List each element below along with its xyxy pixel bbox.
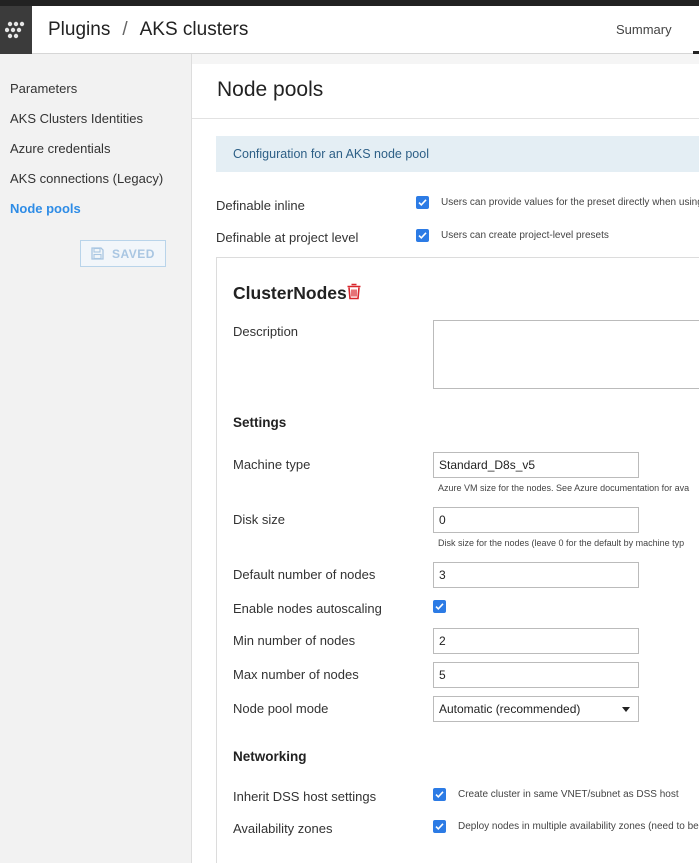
page-title: Node pools bbox=[217, 78, 324, 101]
default-nodes-input[interactable]: 3 bbox=[433, 562, 639, 588]
default-nodes-label: Default number of nodes bbox=[233, 567, 376, 582]
preset-name: ClusterNodes bbox=[233, 283, 347, 303]
breadcrumb-separator: / bbox=[122, 19, 128, 40]
info-banner: Configuration for an AKS node pool bbox=[216, 136, 699, 172]
breadcrumb: Plugins / AKS clusters bbox=[48, 6, 248, 54]
info-banner-text: Configuration for an AKS node pool bbox=[233, 147, 429, 161]
min-nodes-input[interactable]: 2 bbox=[433, 628, 639, 654]
min-nodes-label: Min number of nodes bbox=[233, 633, 356, 648]
sidebar-item-aks-connections-legacy[interactable]: AKS connections (Legacy) bbox=[10, 171, 163, 186]
disk-size-label: Disk size bbox=[233, 512, 286, 527]
settings-heading: Settings bbox=[233, 415, 287, 430]
autoscaling-checkbox[interactable] bbox=[433, 600, 446, 613]
title-divider bbox=[192, 118, 699, 119]
caret-down-icon bbox=[622, 707, 630, 712]
machine-type-hint: Azure VM size for the nodes. See Azure d… bbox=[438, 483, 690, 493]
pool-mode-select[interactable]: Automatic (recommended) bbox=[433, 696, 639, 722]
definable-project-checkbox[interactable] bbox=[416, 229, 429, 242]
description-label: Description bbox=[233, 324, 299, 339]
sidebar-item-node-pools[interactable]: Node pools bbox=[10, 201, 81, 216]
disk-size-hint: Disk size for the nodes (leave 0 for the… bbox=[438, 538, 685, 548]
definable-project-hint: Users can create project-level presets bbox=[441, 230, 609, 241]
description-textarea[interactable] bbox=[433, 320, 699, 389]
availability-zones-checkbox[interactable] bbox=[433, 820, 446, 833]
pool-mode-label: Node pool mode bbox=[233, 701, 329, 716]
sidebar: Parameters AKS Clusters Identities Azure… bbox=[0, 54, 192, 863]
trash-icon[interactable] bbox=[346, 283, 362, 305]
sidebar-item-azure-credentials[interactable]: Azure credentials bbox=[10, 141, 110, 156]
sidebar-item-aks-clusters-identities[interactable]: AKS Clusters Identities bbox=[10, 111, 143, 126]
breadcrumb-aks-clusters[interactable]: AKS clusters bbox=[140, 19, 249, 41]
definable-project-label: Definable at project level bbox=[216, 230, 359, 245]
dataiku-logo-icon[interactable] bbox=[0, 6, 32, 54]
floppy-disk-icon bbox=[91, 247, 104, 260]
inherit-dss-checkbox[interactable] bbox=[433, 788, 446, 801]
app-header: Plugins / AKS clusters Summary bbox=[0, 6, 699, 54]
definable-inline-label: Definable inline bbox=[216, 198, 305, 213]
checkmark-icon bbox=[418, 232, 427, 240]
autoscaling-label: Enable nodes autoscaling bbox=[233, 601, 382, 616]
active-tab-indicator bbox=[693, 51, 699, 54]
checkmark-icon bbox=[435, 791, 444, 799]
sidebar-item-parameters[interactable]: Parameters bbox=[10, 81, 77, 96]
inherit-dss-label: Inherit DSS host settings bbox=[233, 789, 377, 804]
max-nodes-label: Max number of nodes bbox=[233, 667, 359, 682]
preset-card: ClusterNodes Description Settings Machin… bbox=[216, 257, 699, 863]
tab-summary[interactable]: Summary bbox=[616, 6, 672, 54]
disk-size-input[interactable]: 0 bbox=[433, 507, 639, 533]
saved-button[interactable]: SAVED bbox=[80, 240, 166, 267]
availability-zones-hint: Deploy nodes in multiple availability zo… bbox=[458, 821, 699, 832]
definable-inline-checkbox[interactable] bbox=[416, 196, 429, 209]
checkmark-icon bbox=[435, 603, 444, 611]
max-nodes-input[interactable]: 5 bbox=[433, 662, 639, 688]
inherit-dss-hint: Create cluster in same VNET/subnet as DS… bbox=[458, 789, 679, 800]
checkmark-icon bbox=[418, 199, 427, 207]
availability-zones-label: Availability zones bbox=[233, 821, 333, 836]
pool-mode-value: Automatic (recommended) bbox=[439, 702, 581, 716]
saved-label: SAVED bbox=[112, 246, 155, 261]
machine-type-label: Machine type bbox=[233, 457, 311, 472]
breadcrumb-plugins[interactable]: Plugins bbox=[48, 19, 110, 41]
machine-type-input[interactable]: Standard_D8s_v5 bbox=[433, 452, 639, 478]
definable-inline-hint: Users can provide values for the preset … bbox=[441, 197, 699, 208]
main-panel: Node pools Configuration for an AKS node… bbox=[192, 64, 699, 863]
checkmark-icon bbox=[435, 823, 444, 831]
networking-heading: Networking bbox=[233, 749, 307, 764]
